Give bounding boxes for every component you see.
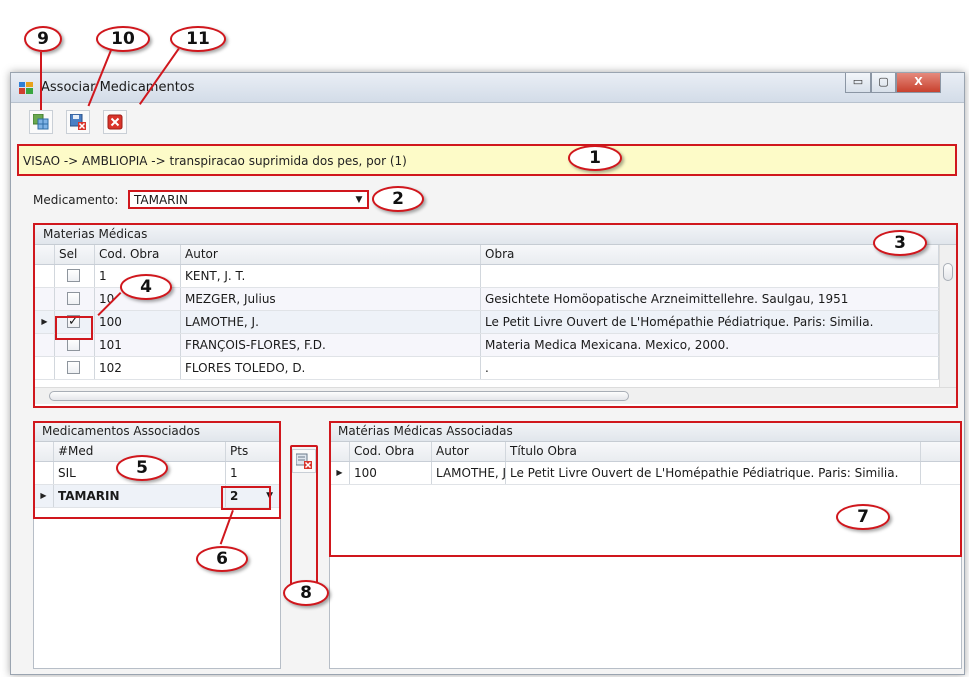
callout-1: 1 <box>568 145 622 171</box>
callout-9: 9 <box>24 26 62 52</box>
cod-obra-cell: 100 <box>95 311 181 333</box>
materias-associadas-highlight <box>329 421 962 557</box>
sel-cell <box>55 288 95 310</box>
save-cancel-button[interactable] <box>66 110 90 134</box>
chevron-down-icon[interactable]: ▼ <box>351 192 367 207</box>
scroll-thumb[interactable] <box>49 391 629 401</box>
medicamento-label: Medicamento: <box>33 193 119 207</box>
callout-2: 2 <box>372 186 424 212</box>
table-row-selected[interactable]: ▶ ✓ 100 LAMOTHE, J. Le Petit Livre Ouver… <box>35 311 939 334</box>
minimize-button[interactable]: ▭ <box>845 73 871 93</box>
select-checkbox[interactable] <box>67 361 80 374</box>
table-row[interactable]: 102 FLORES TOLEDO, D. . <box>35 357 939 380</box>
row-indicator <box>35 265 55 287</box>
materias-medicas-title: Materias Médicas <box>35 225 956 245</box>
autor-cell: FLORES TOLEDO, D. <box>181 357 481 379</box>
medicamento-value: TAMARIN <box>134 193 189 207</box>
select-checkbox[interactable] <box>67 292 80 305</box>
materias-horizontal-scrollbar[interactable] <box>35 387 956 404</box>
row-indicator <box>35 334 55 356</box>
callout-5: 5 <box>116 455 168 481</box>
col-sel[interactable]: Sel <box>55 245 95 264</box>
autor-cell: MEZGER, Julius <box>181 288 481 310</box>
callout-10: 10 <box>96 26 150 52</box>
current-row-arrow-icon: ▶ <box>35 311 55 333</box>
row-indicator <box>35 288 55 310</box>
materias-vertical-scrollbar[interactable] <box>939 245 956 387</box>
callout-8: 8 <box>283 580 329 606</box>
row-indicator <box>35 357 55 379</box>
grid-view-button[interactable] <box>29 110 53 134</box>
callout-9-leader <box>40 52 42 110</box>
breadcrumb: VISAO -> AMBLIOPIA -> transpiracao supri… <box>17 144 957 176</box>
autor-cell: FRANÇOIS-FLORES, F.D. <box>181 334 481 356</box>
cod-obra-cell: 101 <box>95 334 181 356</box>
cod-obra-cell: 102 <box>95 357 181 379</box>
row-indicator-header <box>35 245 55 264</box>
remove-button-highlight <box>290 445 318 599</box>
materias-medicas-group: Materias Médicas Sel Cod. Obra Autor Obr… <box>33 223 958 408</box>
col-autor[interactable]: Autor <box>181 245 481 264</box>
col-cod-obra[interactable]: Cod. Obra <box>95 245 181 264</box>
medicamento-select[interactable]: TAMARIN ▼ <box>128 190 369 209</box>
materias-grid-header: Sel Cod. Obra Autor Obra <box>35 245 939 265</box>
callout-6: 6 <box>196 546 248 572</box>
breadcrumb-text: VISAO -> AMBLIOPIA -> transpiracao supri… <box>23 154 407 168</box>
sel-cell <box>55 357 95 379</box>
title-bar: Associar Medicamentos ▭ ▢ X <box>11 73 964 103</box>
close-window-button[interactable]: X <box>896 73 941 93</box>
checkbox-highlight <box>55 316 93 340</box>
maximize-button[interactable]: ▢ <box>871 73 896 93</box>
sel-cell <box>55 265 95 287</box>
pts-highlight <box>221 486 271 510</box>
associar-medicamentos-window: Associar Medicamentos ▭ ▢ X VISAO -> AMB… <box>10 72 965 675</box>
screenshot-page: Associar Medicamentos ▭ ▢ X VISAO -> AMB… <box>0 0 969 677</box>
grid-view-icon <box>33 114 49 130</box>
callout-7: 7 <box>836 504 890 530</box>
save-cancel-icon <box>70 114 86 130</box>
window-title: Associar Medicamentos <box>41 80 195 95</box>
col-obra[interactable]: Obra <box>481 245 939 264</box>
autor-cell: LAMOTHE, J. <box>181 311 481 333</box>
obra-cell <box>481 265 939 287</box>
table-row[interactable]: 101 FRANÇOIS-FLORES, F.D. Materia Medica… <box>35 334 939 357</box>
callout-4: 4 <box>120 274 172 300</box>
close-red-icon <box>107 114 123 130</box>
obra-cell: Gesichtete Homöopatische Arzneimittelleh… <box>481 288 939 310</box>
close-form-button[interactable] <box>103 110 127 134</box>
table-row[interactable]: 10 MEZGER, Julius Gesichtete Homöopatisc… <box>35 288 939 311</box>
callout-3: 3 <box>873 230 927 256</box>
obra-cell: Materia Medica Mexicana. Mexico, 2000. <box>481 334 939 356</box>
obra-cell: . <box>481 357 939 379</box>
scroll-thumb[interactable] <box>943 263 953 281</box>
app-icon <box>19 82 33 94</box>
obra-cell: Le Petit Livre Ouvert de L'Homépathie Pé… <box>481 311 939 333</box>
select-checkbox[interactable] <box>67 269 80 282</box>
autor-cell: KENT, J. T. <box>181 265 481 287</box>
